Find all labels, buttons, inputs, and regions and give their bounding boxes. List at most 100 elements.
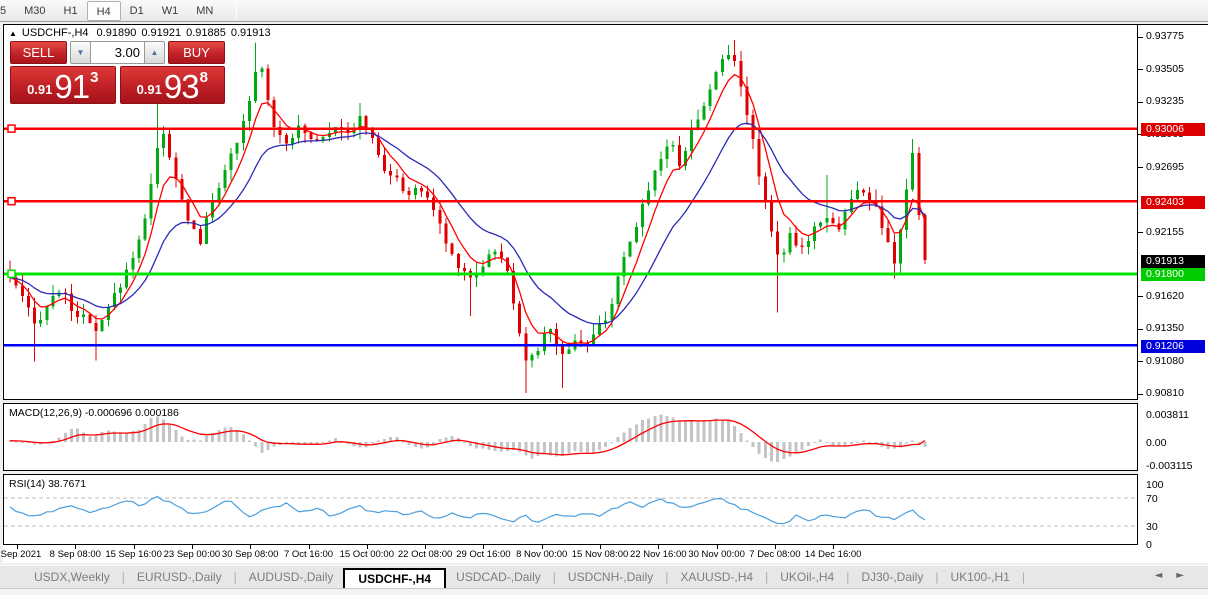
price-level-badge: 0.91800 bbox=[1141, 268, 1205, 281]
timeframe-button-m30[interactable]: M30 bbox=[15, 1, 54, 21]
date-axis-label: 30 Sep 08:00 bbox=[222, 549, 279, 560]
price-axis-label: 0.92695 bbox=[1146, 161, 1184, 174]
price-axis-label: 0.91620 bbox=[1146, 290, 1184, 303]
ohlc-close: 0.91913 bbox=[231, 27, 271, 39]
tab-xauusd-h4[interactable]: XAUUSD-,H4 bbox=[674, 570, 759, 584]
macd-indicator-panel[interactable]: MACD(12,26,9) -0.000696 0.000186 bbox=[3, 403, 1138, 471]
buy-button[interactable]: BUY bbox=[168, 41, 225, 64]
date-axis-label: 8 Nov 00:00 bbox=[516, 549, 567, 560]
date-axis[interactable]: 1 Sep 20218 Sep 08:0015 Sep 16:0023 Sep … bbox=[3, 545, 1138, 563]
tab-usdchf-h4[interactable]: USDCHF-,H4 bbox=[343, 568, 446, 589]
timeframe-button-d1[interactable]: D1 bbox=[121, 1, 153, 21]
volume-decrease-button[interactable]: ▼ bbox=[70, 41, 91, 64]
price-axis-tick bbox=[1138, 102, 1143, 103]
tab-separator: | bbox=[840, 570, 855, 584]
tab-eurusd-daily[interactable]: EURUSD-,Daily bbox=[131, 570, 228, 584]
price-axis-tick bbox=[1138, 69, 1143, 70]
rsi-title: RSI(14) 38.7671 bbox=[9, 478, 86, 490]
price-axis-tick bbox=[1138, 232, 1143, 233]
price-axis-tick bbox=[1138, 394, 1143, 395]
rsi-indicator-panel[interactable]: RSI(14) 38.7671 bbox=[3, 474, 1138, 545]
status-strip bbox=[0, 588, 1208, 595]
price-axis-label: 0.93775 bbox=[1146, 30, 1184, 43]
rsi-axis-label: 100 bbox=[1146, 479, 1164, 492]
macd-axis-label: -0.003115 bbox=[1146, 460, 1193, 473]
chevron-down-icon: ▼ bbox=[77, 48, 85, 57]
date-axis-label: 15 Oct 00:00 bbox=[340, 549, 394, 560]
toolbar-separator bbox=[236, 2, 237, 20]
price-axis-label: 0.91080 bbox=[1146, 355, 1184, 368]
buy-price-prefix: 0.91 bbox=[137, 82, 162, 97]
buy-price-display[interactable]: 0.91938 bbox=[120, 66, 226, 104]
buy-price-big: 93 bbox=[164, 72, 199, 101]
ohlc-high: 0.91921 bbox=[141, 27, 181, 39]
tab-usdx-weekly[interactable]: USDX,Weekly bbox=[28, 570, 116, 584]
timeframe-toolbar: 5M30H1H4D1W1MN bbox=[0, 0, 1208, 22]
tab-separator: | bbox=[659, 570, 674, 584]
sell-price-big: 91 bbox=[54, 72, 89, 101]
chart-tab-bar: USDX,Weekly|EURUSD-,Daily|AUDUSD-,DailyU… bbox=[0, 565, 1208, 588]
price-axis-label: 0.91350 bbox=[1146, 322, 1184, 335]
date-axis-label: 29 Oct 16:00 bbox=[456, 549, 510, 560]
sell-price-pip: 3 bbox=[90, 69, 98, 86]
chart-info-line: ▲ USDCHF-,H4 0.91890 0.91921 0.91885 0.91913 bbox=[9, 27, 276, 39]
date-axis-label: 14 Dec 16:00 bbox=[805, 549, 862, 560]
tab-separator: | bbox=[1016, 570, 1031, 584]
tab-separator: | bbox=[228, 570, 243, 584]
ohlc-open: 0.91890 bbox=[97, 27, 137, 39]
tab-uk100-h1[interactable]: UK100-,H1 bbox=[944, 570, 1015, 584]
ohlc-low: 0.91885 bbox=[186, 27, 226, 39]
macd-title: MACD(12,26,9) -0.000696 0.000186 bbox=[9, 407, 179, 419]
macd-axis-label: 0.003811 bbox=[1146, 409, 1189, 422]
tabs-scroll-right-icon[interactable]: ► bbox=[1176, 570, 1198, 581]
rsi-chart[interactable] bbox=[4, 475, 1137, 544]
chart-collapse-icon[interactable]: ▲ bbox=[9, 29, 17, 38]
price-level-badge: 0.93006 bbox=[1141, 123, 1205, 136]
volume-increase-button[interactable]: ▲ bbox=[144, 41, 165, 64]
tabs-scroll-left-icon[interactable]: ◄ bbox=[1155, 570, 1177, 581]
price-axis-label: 0.93505 bbox=[1146, 63, 1184, 76]
one-click-trade-panel: SELL ▼ ▲ BUY 0.91913 0.91938 bbox=[10, 41, 225, 104]
date-axis-label: 30 Nov 00:00 bbox=[688, 549, 745, 560]
date-axis-label: 8 Sep 08:00 bbox=[50, 549, 101, 560]
price-level-badge: 0.91913 bbox=[1141, 255, 1205, 268]
date-axis-label: 22 Oct 08:00 bbox=[398, 549, 452, 560]
price-axis-label: 0.90810 bbox=[1146, 387, 1184, 400]
timeframe-button-5[interactable]: 5 bbox=[0, 1, 15, 21]
rsi-axis-label: 70 bbox=[1146, 493, 1158, 506]
tab-usdcad-daily[interactable]: USDCAD-,Daily bbox=[450, 570, 547, 584]
rsi-axis-label: 30 bbox=[1146, 521, 1158, 534]
date-axis-label: 22 Nov 16:00 bbox=[630, 549, 687, 560]
volume-input[interactable] bbox=[91, 41, 144, 64]
tab-dj30-daily[interactable]: DJ30-,Daily bbox=[855, 570, 929, 584]
tab-separator: | bbox=[759, 570, 774, 584]
tab-separator: | bbox=[547, 570, 562, 584]
date-axis-label: 15 Sep 16:00 bbox=[105, 549, 162, 560]
price-axis-label: 0.92155 bbox=[1146, 226, 1184, 239]
price-chart-panel[interactable]: ▲USDCHF-,H40.918900.919210.918850.91913 … bbox=[3, 24, 1138, 400]
trading-terminal: 5M30H1H4D1W1MN ▲ USDCHF-,H4 0.91890 0.91921… bbox=[0, 0, 1208, 595]
sell-price-display[interactable]: 0.91913 bbox=[10, 66, 116, 104]
timeframe-button-w1[interactable]: W1 bbox=[153, 1, 188, 21]
sell-button[interactable]: SELL bbox=[10, 41, 67, 64]
date-axis-label: 23 Sep 00:00 bbox=[164, 549, 221, 560]
price-axis-tick bbox=[1138, 167, 1143, 168]
chevron-up-icon: ▲ bbox=[151, 48, 159, 57]
price-level-badge: 0.92403 bbox=[1141, 196, 1205, 209]
tab-ukoil-h4[interactable]: UKOil-,H4 bbox=[774, 570, 840, 584]
date-axis-label: 7 Oct 16:00 bbox=[284, 549, 333, 560]
macd-axis-label: 0.00 bbox=[1146, 437, 1166, 450]
tab-audusd-daily[interactable]: AUDUSD-,Daily bbox=[243, 570, 340, 584]
date-axis-label: 15 Nov 08:00 bbox=[572, 549, 629, 560]
price-axis-tick bbox=[1138, 361, 1143, 362]
price-axis[interactable]: 0.937750.935050.932350.929650.926950.921… bbox=[1138, 24, 1208, 563]
timeframe-button-h4[interactable]: H4 bbox=[87, 1, 121, 21]
timeframe-button-mn[interactable]: MN bbox=[187, 1, 222, 21]
timeframe-button-h1[interactable]: H1 bbox=[55, 1, 87, 21]
sell-price-prefix: 0.91 bbox=[27, 82, 52, 97]
chart-symbol-label: USDCHF-,H4 bbox=[22, 27, 89, 39]
price-axis-tick bbox=[1138, 296, 1143, 297]
tab-usdcnh-daily[interactable]: USDCNH-,Daily bbox=[562, 570, 659, 584]
price-level-badge: 0.91206 bbox=[1141, 340, 1205, 353]
price-axis-tick bbox=[1138, 37, 1143, 38]
